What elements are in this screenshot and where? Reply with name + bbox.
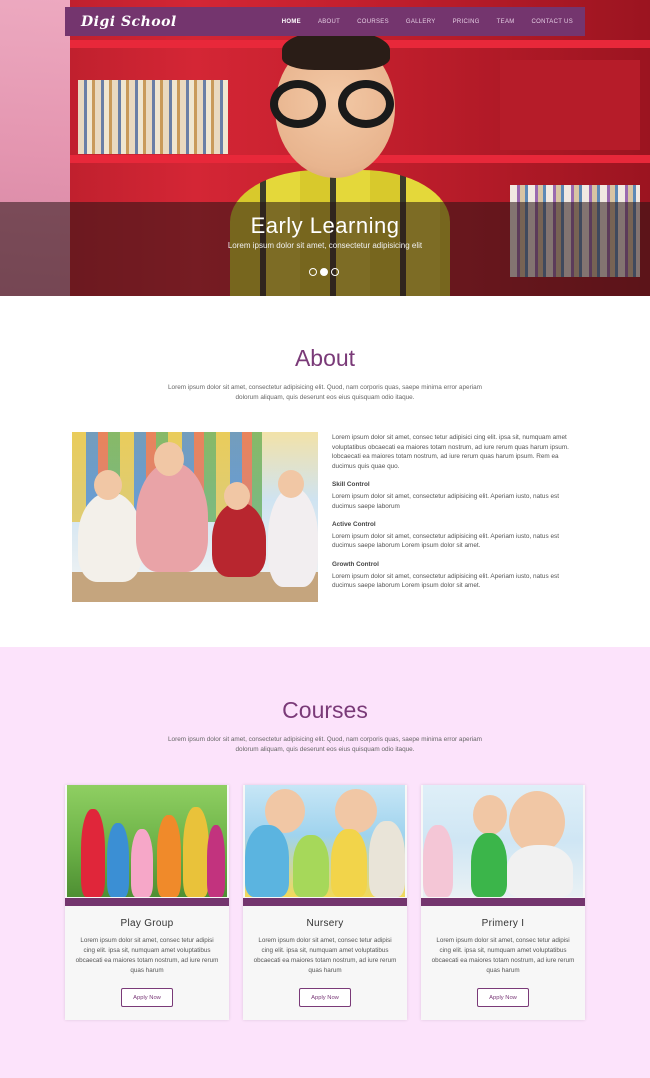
nav-item-contact[interactable]: CONTACT US [532,19,573,25]
nav-item-gallery[interactable]: GALLERY [406,19,436,25]
nav-item-home[interactable]: HOME [282,19,301,25]
course-description: Lorem ipsum dolor sit amet, consec tetur… [431,937,575,974]
course-photo [245,785,405,897]
hero-subtitle: Lorem ipsum dolor sit amet, consectetur … [227,241,423,250]
about-item-text: Lorem ipsum dolor sit amet, consectetur … [332,492,559,510]
about-item-title: Skill Control [332,481,370,489]
course-photo [423,785,583,897]
slider-dot-active[interactable] [320,268,328,276]
card-accent-bar [421,898,585,906]
about-item-title: Active Control [332,521,376,529]
hero-title: Early Learning [250,213,400,238]
slider-dots [309,268,339,276]
courses-title: Courses [282,697,368,723]
about-lead: Lorem ipsum dolor sit amet, consectetur … [168,384,482,401]
top-navbar: Digi School HOME ABOUT COURSES GALLERY P… [65,7,585,36]
apply-now-button[interactable]: Apply Now [477,988,529,1007]
slider-dot[interactable] [309,268,317,276]
about-intro: Lorem ipsum dolor sit amet, consec tetur… [332,434,569,470]
course-card-nursery: Nursery Lorem ipsum dolor sit amet, cons… [243,785,407,1020]
nav-item-about[interactable]: ABOUT [318,19,340,25]
course-card-primery-i: Primery I Lorem ipsum dolor sit amet, co… [421,785,585,1020]
about-item-text: Lorem ipsum dolor sit amet, consectetur … [332,572,559,590]
site-logo[interactable]: Digi School [81,14,177,30]
nav-item-team[interactable]: TEAM [497,19,515,25]
course-description: Lorem ipsum dolor sit amet, consec tetur… [253,937,397,974]
course-card-play-group: Play Group Lorem ipsum dolor sit amet, c… [65,785,229,1020]
about-title: About [294,345,356,371]
hero-slider: Early Learning Lorem ipsum dolor sit ame… [0,0,650,296]
about-item-title: Growth Control [332,560,379,568]
nav-menu: HOME ABOUT COURSES GALLERY PRICING TEAM … [282,19,573,25]
card-accent-bar [243,898,407,906]
course-title: Play Group [120,918,174,929]
nav-item-pricing[interactable]: PRICING [453,19,480,25]
about-item-text: Lorem ipsum dolor sit amet, consectetur … [332,532,559,550]
nav-item-courses[interactable]: COURSES [357,19,389,25]
about-text-block: Lorem ipsum dolor sit amet, consec tetur… [332,433,582,591]
apply-now-button[interactable]: Apply Now [121,988,173,1007]
about-classroom-photo [72,432,318,602]
course-title: Primery I [481,918,525,929]
course-description: Lorem ipsum dolor sit amet, consec tetur… [75,937,219,974]
slider-dot[interactable] [331,268,339,276]
course-title: Nursery [306,918,344,929]
course-photo [67,785,227,897]
courses-lead: Lorem ipsum dolor sit amet, consectetur … [168,736,482,753]
apply-now-button[interactable]: Apply Now [299,988,351,1007]
card-accent-bar [65,898,229,906]
